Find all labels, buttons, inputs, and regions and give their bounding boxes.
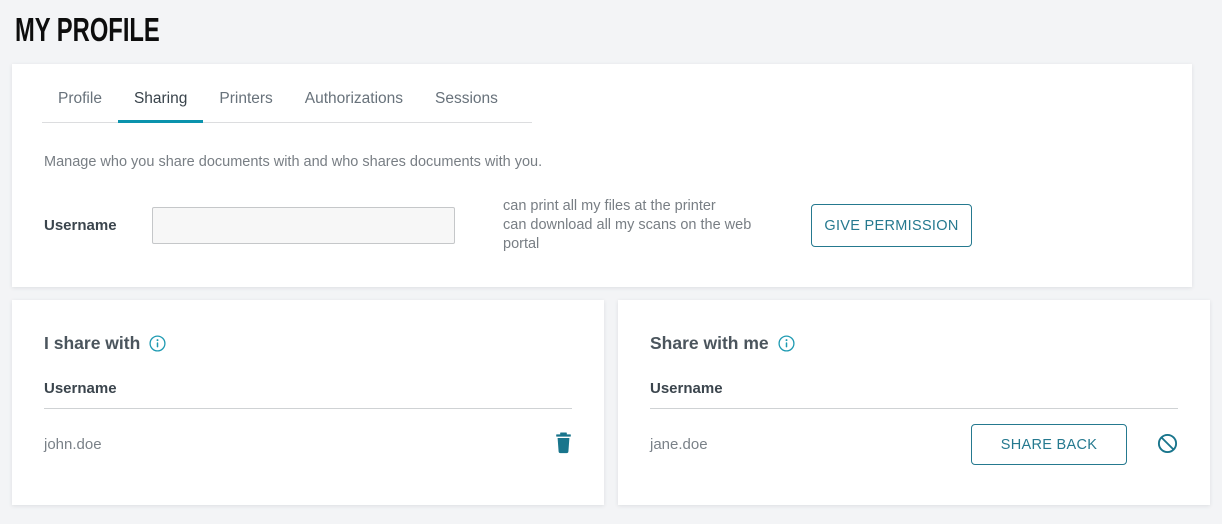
give-permission-form: Username can print all my files at the p… <box>44 197 1192 254</box>
info-icon[interactable] <box>149 335 166 352</box>
tab-authorizations[interactable]: Authorizations <box>289 82 419 123</box>
sharing-settings-panel: Profile Sharing Printers Authorizations … <box>12 64 1192 287</box>
table-row: jane.doe SHARE BACK <box>650 422 1178 467</box>
username-label: Username <box>44 217 152 234</box>
username-input[interactable] <box>152 207 455 244</box>
permission-line-2: can download all my scans on the web por… <box>503 216 785 254</box>
shared-username: jane.doe <box>650 436 708 453</box>
table-row: john.doe <box>44 422 572 467</box>
revoke-share-button[interactable] <box>1157 433 1178 457</box>
tab-printers[interactable]: Printers <box>203 82 288 123</box>
info-icon[interactable] <box>778 335 795 352</box>
delete-share-button[interactable] <box>555 432 572 457</box>
shared-username: john.doe <box>44 436 102 453</box>
page-title: MY PROFILE <box>15 11 884 54</box>
share-with-me-title: Share with me <box>650 333 769 354</box>
share-back-button[interactable]: SHARE BACK <box>971 424 1127 465</box>
sharing-description: Manage who you share documents with and … <box>44 154 1192 170</box>
tab-sharing[interactable]: Sharing <box>118 82 203 123</box>
i-share-with-column-header: Username <box>44 380 572 409</box>
permission-explanation: can print all my files at the printer ca… <box>503 197 785 254</box>
profile-tabbar: Profile Sharing Printers Authorizations … <box>42 64 532 123</box>
tab-sessions[interactable]: Sessions <box>419 82 514 123</box>
sharing-cards-row: I share with Username john.doe <box>12 300 1210 505</box>
give-permission-button[interactable]: GIVE PERMISSION <box>811 204 972 247</box>
tab-profile[interactable]: Profile <box>42 82 118 123</box>
i-share-with-card: I share with Username john.doe <box>12 300 604 505</box>
permission-line-1: can print all my files at the printer <box>503 197 785 216</box>
trash-icon <box>555 432 572 457</box>
i-share-with-title: I share with <box>44 333 140 354</box>
share-with-me-column-header: Username <box>650 380 1178 409</box>
share-with-me-card: Share with me Username jane.doe SHARE BA… <box>618 300 1210 505</box>
block-icon <box>1157 433 1178 457</box>
